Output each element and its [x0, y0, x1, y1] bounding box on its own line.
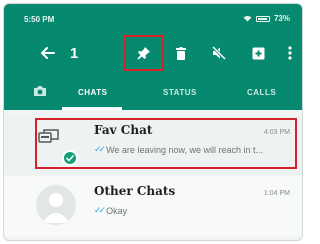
delete-icon[interactable]	[171, 43, 191, 63]
chat-time: 1:04 PM	[263, 190, 290, 197]
status-icons: 73%	[243, 14, 290, 23]
chat-name: Fav Chat	[94, 123, 153, 137]
archive-icon[interactable]	[248, 43, 268, 63]
battery-icon	[255, 15, 270, 22]
wifi-icon	[243, 16, 252, 22]
tab-status[interactable]: STATUS	[163, 88, 197, 97]
chat-last-message: ✓✓ Okay	[94, 205, 128, 216]
phone-screen: 5:50 PM 73% 1 CHATS STATUS CALLS Fav Cha…	[3, 3, 303, 241]
selected-check-icon	[62, 150, 78, 166]
camera-icon[interactable]	[33, 85, 47, 99]
tab-calls[interactable]: CALLS	[247, 88, 276, 97]
active-tab-indicator	[62, 107, 122, 110]
chat-row-fav[interactable]: Fav Chat 4:03 PM ✓✓ We are leaving now, …	[4, 115, 302, 175]
tab-chats[interactable]: CHATS	[78, 88, 107, 97]
read-ticks-icon: ✓✓	[94, 144, 106, 154]
pin-icon[interactable]	[134, 43, 154, 63]
mute-icon[interactable]	[209, 43, 229, 63]
battery-level: 73%	[273, 14, 290, 23]
chat-name: Other Chats	[94, 184, 176, 198]
default-avatar-icon	[42, 193, 70, 223]
more-icon[interactable]	[280, 43, 300, 63]
back-arrow-icon[interactable]	[38, 43, 58, 63]
avatar	[36, 185, 76, 225]
tab-bar: CHATS STATUS CALLS	[4, 76, 302, 110]
chat-row-other[interactable]: Other Chats 1:04 PM ✓✓ Okay	[4, 176, 302, 236]
selection-action-bar: 1	[4, 32, 302, 76]
chat-time: 4:03 PM	[263, 129, 290, 136]
selected-count: 1	[70, 45, 79, 62]
group-icon	[38, 129, 59, 143]
status-bar: 5:50 PM 73%	[4, 4, 302, 32]
read-ticks-icon: ✓✓	[94, 205, 106, 215]
chat-last-message: ✓✓ We are leaving now, we will reach in …	[94, 144, 264, 155]
status-time: 5:50 PM	[24, 15, 55, 24]
